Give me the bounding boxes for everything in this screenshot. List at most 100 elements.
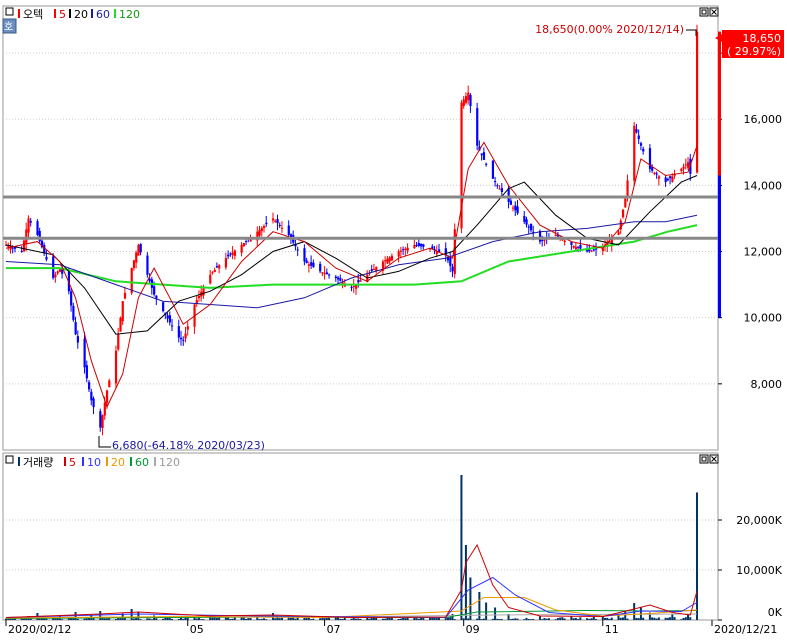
volume-bar: [664, 617, 667, 620]
volume-bar: [312, 618, 315, 620]
volume-bar: [105, 618, 108, 620]
candle-body: [103, 402, 106, 416]
current-price-value: 18,650: [743, 32, 782, 45]
volume-bar: [543, 618, 546, 620]
candle-body: [359, 280, 362, 282]
volume-bar: [696, 492, 698, 620]
candle-body: [184, 333, 187, 339]
candle-body: [45, 256, 48, 260]
volume-bar: [386, 617, 389, 620]
candle-body: [197, 295, 201, 299]
volume-bar: [384, 618, 387, 620]
maximize-icon[interactable]: [699, 7, 709, 17]
candle-body: [482, 152, 486, 160]
candle-body: [260, 227, 263, 232]
volume-bar: [381, 618, 384, 620]
x-tick-label: 09: [466, 623, 480, 636]
close-icon[interactable]: [709, 454, 719, 464]
volume-legend-ma20[interactable]: 20: [111, 456, 125, 469]
volume-bar: [579, 617, 582, 620]
volume-bar: [433, 617, 436, 620]
candle-body: [523, 215, 526, 222]
candle-body: [682, 166, 685, 169]
candle-body: [334, 276, 337, 278]
volume-bar: [368, 618, 371, 620]
candle-body: [657, 176, 661, 179]
price-legend-ma20[interactable]: 20: [74, 8, 88, 21]
volume-y-tick-label: 0K: [768, 606, 783, 619]
candle-body: [420, 243, 423, 247]
candle-body: [99, 411, 102, 428]
candle-body: [388, 257, 391, 262]
candle-body: [240, 244, 243, 253]
maximize-icon[interactable]: [699, 454, 709, 464]
price-legend-ma60[interactable]: 60: [96, 8, 110, 21]
close-icon[interactable]: [709, 7, 719, 17]
volume-bar: [197, 617, 200, 620]
volume-bar: [406, 617, 409, 620]
candle-body: [319, 263, 322, 272]
volume-bar: [132, 618, 135, 620]
volume-legend-ma60[interactable]: 60: [135, 456, 149, 469]
volume-bar: [642, 617, 645, 620]
volume-bar: [592, 617, 595, 620]
volume-bar: [563, 618, 566, 620]
corner-button[interactable]: 호: [2, 18, 17, 34]
candle-body: [233, 250, 237, 256]
volume-panel-menu-box[interactable]: [5, 455, 14, 464]
volume-bar: [523, 619, 526, 620]
volume-bar: [146, 618, 149, 620]
candle-body: [27, 218, 30, 233]
x-tick-label: 05: [190, 623, 204, 636]
volume-bar: [462, 618, 465, 620]
volume-legend-ma120[interactable]: 120: [159, 456, 180, 469]
candle-body: [76, 336, 79, 343]
volume-bar: [76, 618, 79, 620]
volume-legend-ma10[interactable]: 10: [87, 456, 101, 469]
candle-body: [265, 222, 268, 225]
candle-body: [512, 207, 515, 209]
candle-body: [137, 244, 140, 256]
volume-bar: [343, 617, 346, 620]
candle-body: [339, 278, 342, 281]
volume-bar: [572, 618, 575, 620]
volume-bar: [280, 617, 283, 620]
candle-body: [577, 246, 580, 248]
volume-bar: [577, 619, 580, 620]
candle-body: [417, 243, 421, 246]
volume-bar: [350, 618, 353, 620]
candle-body: [85, 365, 88, 379]
candle-body: [231, 252, 234, 256]
price-legend-ma120[interactable]: 120: [119, 8, 140, 21]
candle-body: [213, 269, 216, 273]
volume-bar: [512, 618, 515, 620]
candle-body: [245, 241, 248, 243]
volume-bar: [289, 617, 292, 620]
candle-body: [451, 266, 454, 272]
price-legend-ma5[interactable]: 5: [59, 8, 66, 21]
candle-body: [554, 235, 557, 236]
candle-body: [92, 398, 95, 408]
price-panel-menu-box[interactable]: [5, 7, 14, 16]
volume-bar: [354, 618, 357, 620]
candle-body: [467, 92, 470, 101]
candle-body: [494, 181, 497, 183]
volume-legend-ma5[interactable]: 5: [69, 456, 76, 469]
volume-bar: [114, 619, 117, 620]
volume-bar: [586, 618, 589, 620]
price-range-bar-up: [718, 31, 721, 176]
volume-panel: [2, 452, 719, 621]
price-legend-name[interactable]: 오텍: [23, 8, 43, 21]
volume-bar: [200, 619, 203, 620]
volume-bar: [682, 617, 685, 620]
volume-bar: [500, 619, 503, 620]
volume-bar: [162, 618, 165, 620]
candle-body: [449, 257, 452, 266]
candle-body: [337, 277, 340, 280]
candle-body: [43, 245, 46, 254]
candle-body: [310, 262, 313, 266]
volume-legend-name[interactable]: 거래량: [23, 456, 53, 469]
current-price-change: ( 29.97%): [727, 45, 781, 58]
volume-bar: [687, 615, 690, 620]
candle-body: [696, 31, 699, 173]
